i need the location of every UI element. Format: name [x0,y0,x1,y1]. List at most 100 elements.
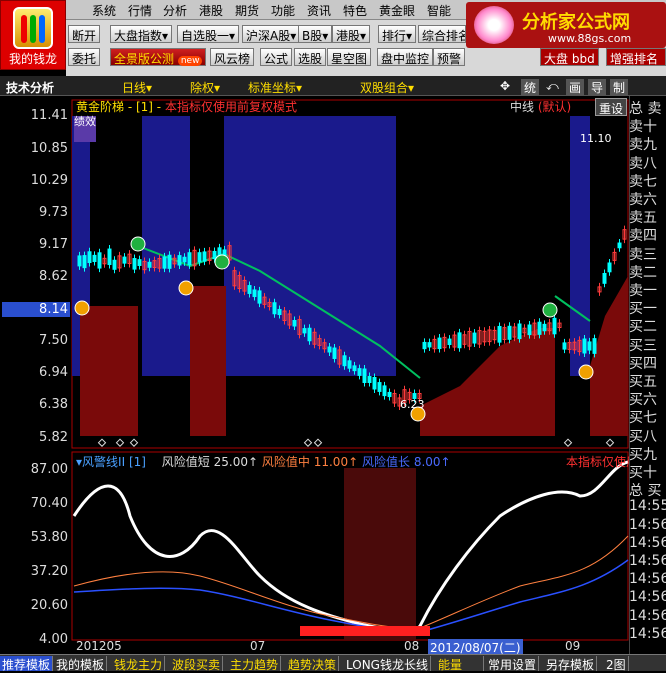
performance-badge[interactable]: 绩效 [74,116,96,142]
menu-goldeye[interactable]: 黄金眼 [379,2,415,19]
candle-body [472,332,477,344]
candle-body [372,377,377,390]
reset-button[interactable]: 重设 [595,98,628,116]
period-selector[interactable]: 日线▾ [122,79,152,96]
candle-body [592,338,597,354]
order-book-row: 14:56 [629,516,666,533]
coord-selector[interactable]: 标准坐标▾ [248,79,302,96]
candle-body [137,259,142,266]
order-book-row: 14:56 [629,571,666,588]
make-button[interactable]: 制 [610,79,629,96]
candle-body [382,385,387,397]
candle-body [362,368,367,383]
candle-body [202,251,207,262]
hotlist-button[interactable]: 风云榜 [210,48,255,66]
x-tick: 09 [565,639,581,653]
tab-energy[interactable]: 能量 [436,656,484,671]
menu-quotes[interactable]: 行情 [128,2,152,19]
export-button[interactable]: 导 [588,79,607,96]
app-logo[interactable]: 我的钱龙 [0,0,66,70]
index-dropdown[interactable]: 大盘指数▾ [110,25,173,43]
trade-button[interactable]: 委托 [68,48,101,66]
menu-futures[interactable]: 期货 [235,2,259,19]
tab-long-line[interactable]: LONG钱龙长线 [344,656,431,672]
monitor-button[interactable]: 盘中监控 [377,48,434,66]
sub-y-tick: 37.20 [30,564,68,579]
risk-short: 风险值短 25.00↑ [161,455,259,469]
tab-main-trend[interactable]: 主力趋势 [228,656,282,672]
ranking-dropdown[interactable]: 排行▾ [378,25,417,43]
diamond-marker [115,438,125,447]
menu-system[interactable]: 系统 [92,2,116,19]
order-book-row: 卖七 [629,173,657,190]
candle-body [182,256,187,263]
high-price-label: 11.10 [580,132,612,145]
b-share-dropdown[interactable]: B股▾ [298,25,333,43]
dual-selector[interactable]: 双股组合▾ [360,79,414,96]
watchlist-dropdown[interactable]: 自选股一▾ [177,25,240,43]
menu-news[interactable]: 资讯 [307,2,331,19]
y-tick: 10.85 [30,141,68,156]
buy-signal-icon [578,364,594,380]
tab-trend-decision[interactable]: 趋势决策 [286,656,340,672]
order-book-row: 买三 [629,337,657,354]
tab-save-template[interactable]: 另存模板 [544,656,598,672]
tab-my-template[interactable]: 我的模板 [54,656,108,672]
sub-indicator-title[interactable]: ▾风警线II [1] 风险值短 25.00↑ 风险值中 11.00↑ 风险值长 … [76,453,451,470]
undo-icon[interactable]: ⤺ [546,79,559,94]
candle-body [552,317,557,335]
order-book-row: 14:56 [629,589,666,606]
panorama-beta-button[interactable]: 全景版公测 new [110,48,207,66]
tab-band-trade[interactable]: 波段买卖 [170,656,224,672]
default-label: (默认) [537,100,572,114]
menu-functions[interactable]: 功能 [271,2,295,19]
tab-two-charts[interactable]: 2图 [604,656,629,672]
candle-body [87,251,92,264]
watermark-url: www.88gs.com [548,32,632,45]
stat-button[interactable]: 统 [521,79,540,96]
y-tick: 6.38 [39,397,68,412]
hk-label: 港股 [336,29,361,43]
diamond-marker [97,438,107,447]
y-tick: 7.50 [39,333,68,348]
overall-ranking-button[interactable]: 综合排名 [418,25,466,43]
disconnect-button[interactable]: 断开 [68,25,101,43]
logo-label: 我的钱龙 [8,52,57,66]
candle-body [302,328,307,334]
order-book-row: 卖二 [629,264,657,281]
main-indicator-title[interactable]: 黄金阶梯 - [1] - 本指标仅使用前复权模式 [76,98,297,115]
tab-bbd-label: bbd [571,52,595,66]
stock-picker-button[interactable]: 选股 [294,48,327,66]
menu-smart[interactable]: 智能 [427,2,451,19]
tab-main-force[interactable]: 钱龙主力 [112,656,166,672]
draw-button[interactable]: 画 [566,79,585,96]
candle-body [357,368,362,376]
risk-zone [344,468,416,640]
order-book-row: 买九 [629,446,657,463]
hk-dropdown[interactable]: 港股▾ [332,25,371,43]
candle-body [537,321,542,335]
tab-market[interactable]: 大盘 bbd [540,48,599,66]
tab-common-settings[interactable]: 常用设置 [486,656,540,672]
alert-button[interactable]: 预警 [433,48,466,66]
crosshair-icon[interactable]: ✥ [500,79,510,93]
b-share-label: B股 [302,29,323,43]
order-book-row: 卖十 [629,119,657,136]
formula-button[interactable]: 公式 [260,48,293,66]
adjust-selector[interactable]: 除权▾ [190,79,220,96]
menu-hk[interactable]: 港股 [199,2,223,19]
star-map-button[interactable]: 星空图 [327,48,372,66]
candle-body [212,250,217,260]
menu-features[interactable]: 特色 [343,2,367,19]
tab-recommended-template[interactable]: 推荐模板 [0,656,54,672]
main-chart [71,99,629,449]
chart-canvas[interactable] [0,96,630,654]
a-share-dropdown[interactable]: 沪深A股▾ [242,25,301,43]
diamond-marker [303,438,313,447]
menu-analysis[interactable]: 分析 [163,2,187,19]
candle-body [607,262,612,273]
tab-enhanced-ranking[interactable]: 增强排名 [606,48,666,66]
diamond-marker [563,438,573,447]
dual-label: 双股组合 [360,81,409,95]
mid-label: 中线 [510,100,535,114]
